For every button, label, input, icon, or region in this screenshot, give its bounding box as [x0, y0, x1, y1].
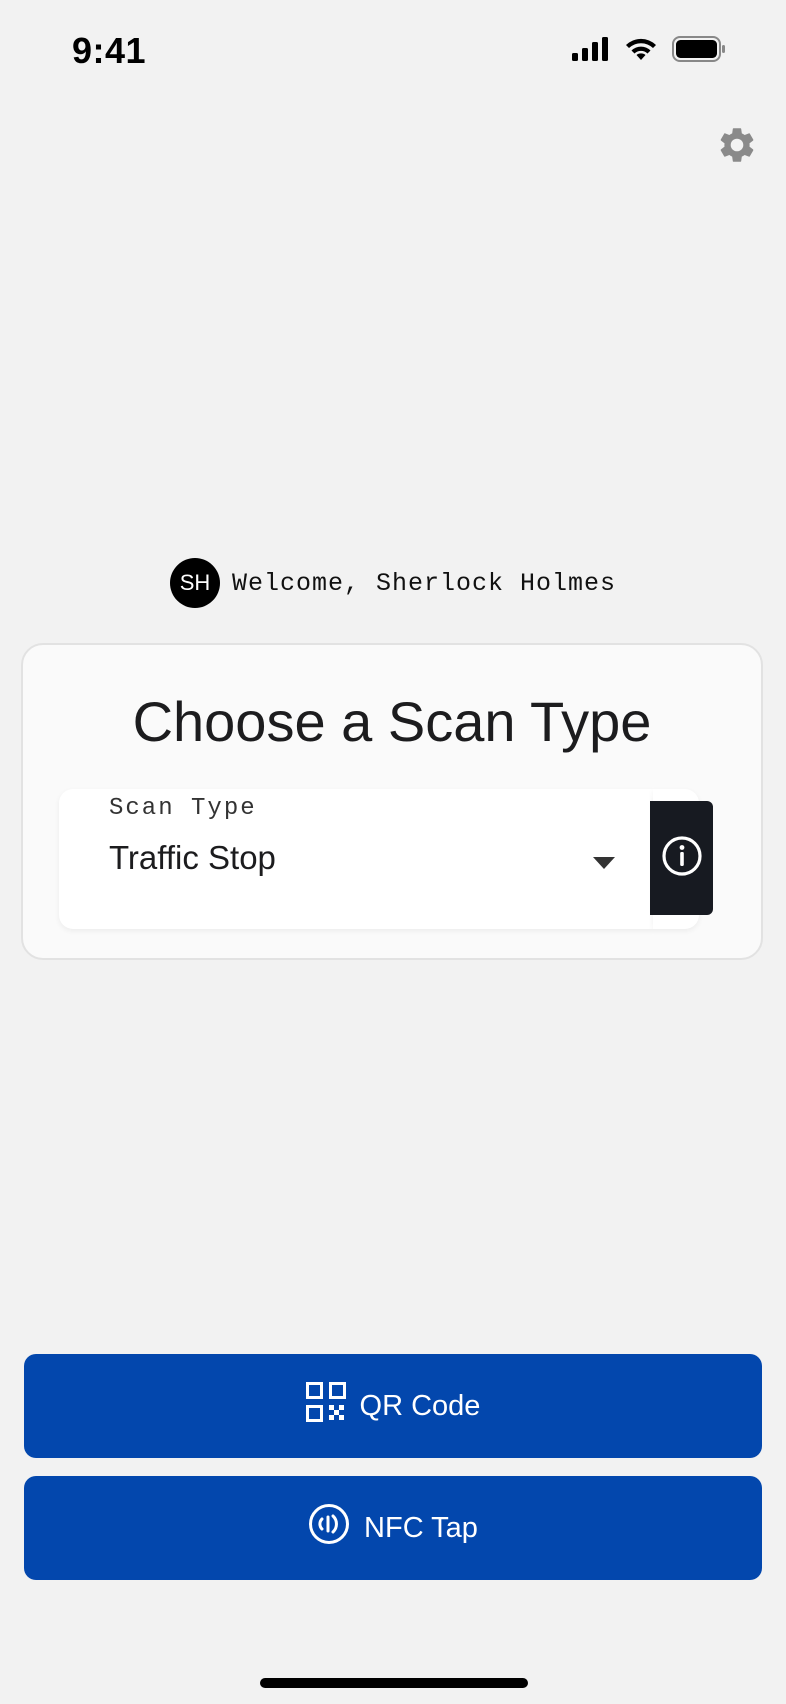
welcome-text: Welcome, Sherlock Holmes [231, 568, 617, 598]
cellular-signal-icon [572, 37, 610, 66]
scan-type-value: Traffic Stop [109, 839, 276, 876]
chevron-down-icon [593, 857, 615, 869]
welcome-banner: SH Welcome, Sherlock Holmes [0, 558, 786, 608]
qr-code-icon [305, 1382, 346, 1430]
scan-type-label: Scan Type [109, 795, 257, 822]
nfc-icon [308, 1503, 350, 1553]
wifi-icon [624, 36, 658, 67]
nfc-tap-button-label: NFC Tap [364, 1511, 478, 1544]
scan-type-select[interactable]: Scan Type Traffic Stop [59, 789, 653, 929]
status-icons [572, 36, 726, 67]
avatar: SH [169, 558, 220, 608]
scan-type-card: Choose a Scan Type Scan Type Traffic Sto… [21, 643, 763, 960]
battery-icon [672, 36, 726, 67]
nfc-tap-button[interactable]: NFC Tap [24, 1476, 762, 1580]
gear-icon [716, 124, 758, 171]
card-title: Choose a Scan Type [132, 690, 652, 753]
status-bar: 9:41 [0, 0, 786, 100]
status-time: 9:41 [72, 30, 147, 71]
settings-button[interactable] [714, 124, 760, 170]
qr-code-button-label: QR Code [359, 1389, 481, 1422]
info-button[interactable] [650, 801, 713, 915]
info-icon [661, 835, 703, 882]
scan-home-screen: 9:41 SH Welcome, Sherlock Holmes Choose … [0, 0, 786, 1704]
qr-code-button[interactable]: QR Code [24, 1354, 762, 1458]
home-indicator[interactable] [260, 1678, 528, 1688]
